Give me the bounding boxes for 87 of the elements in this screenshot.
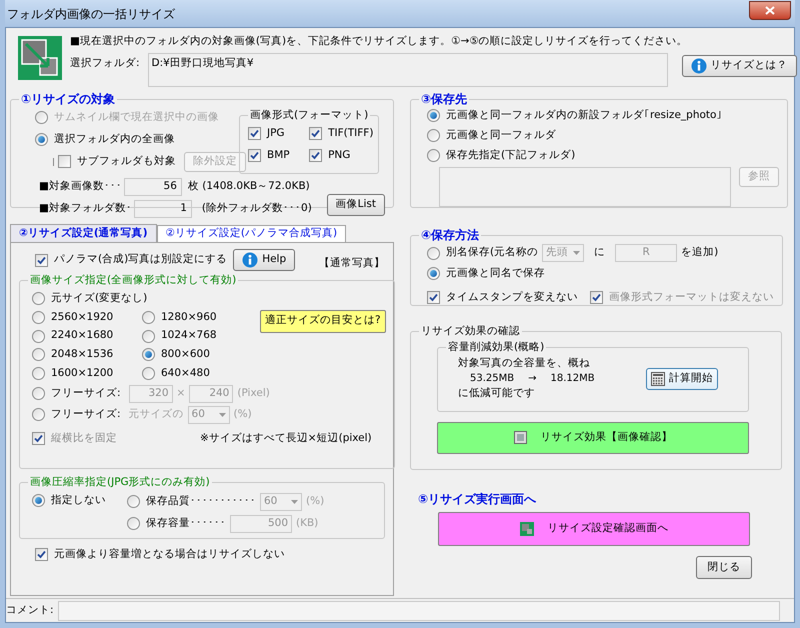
close-button[interactable] — [749, 1, 791, 20]
tab[interactable]: ②リサイズ設定(通常写真) — [10, 224, 156, 242]
folder-count-label: ■対象フォルダ数･ — [39, 201, 132, 216]
folder-count-field: 1 — [134, 200, 192, 218]
section-title: ⑤リサイズ実行画面へ — [418, 491, 538, 508]
size-before: 53.25MB — [470, 372, 514, 386]
preview-button[interactable]: リサイズ効果【画像確認】 — [437, 422, 749, 454]
radio-option[interactable]: 元画像と同一フォルダ — [427, 128, 779, 144]
group-title: 画像形式(フォーマット) — [249, 108, 370, 123]
image-count-label: ■対象画像数･･･ — [39, 179, 122, 194]
checkbox[interactable]: サブフォルダも対象 — [58, 154, 176, 170]
settings-confirm-button[interactable]: リサイズ設定確認画面へ — [438, 512, 750, 546]
radio-option[interactable]: 保存容量･･････ — [127, 516, 226, 532]
radio-option[interactable]: 指定しない — [32, 492, 127, 508]
folder-count-note: (除外フォルダ数･･･0) — [202, 201, 312, 216]
size-note: ※サイズはすべて長辺×短辺(pixel) — [200, 430, 372, 446]
folder-label: 選択フォルダ: — [70, 56, 140, 71]
radio-option[interactable]: 別名保存(元名称の — [427, 245, 538, 261]
close-dialog-button[interactable]: 閉じる — [696, 556, 752, 579]
radio-option[interactable]: フリーサイズ: — [32, 406, 121, 422]
image-list-button[interactable]: 画像List — [326, 194, 385, 216]
radio-option[interactable]: 800×600 — [142, 347, 252, 363]
radio-option[interactable]: 1600×1200 — [32, 366, 142, 382]
radio-option[interactable]: 保存先指定(下記フォルダ) — [427, 148, 779, 164]
estimate-text: に低減可能です — [458, 386, 536, 402]
checkbox[interactable]: 元画像より容量増となる場合はリサイズしない — [35, 547, 385, 563]
estimate-text: 対象写真の全容量を、概ね — [458, 356, 591, 370]
radio-option[interactable]: 2560×1920 — [32, 310, 142, 326]
tree-line-icon — [53, 158, 54, 166]
radio-option[interactable]: 2048×1536 — [32, 347, 142, 363]
info-icon — [690, 58, 707, 74]
comment-label: コメント: — [6, 602, 54, 618]
app-icon — [18, 36, 62, 80]
calculate-button[interactable]: 計算開始 — [646, 368, 718, 390]
mode-label: 【通常写真】 — [319, 256, 386, 272]
checkbox[interactable]: パノラマ(合成)写真は別設定にする — [35, 252, 228, 268]
radio-option[interactable]: 元サイズ(変更なし) — [32, 290, 386, 306]
image-count-field: 56 — [124, 178, 182, 196]
resize-icon — [520, 522, 534, 536]
radio-option[interactable]: 1024×768 — [142, 328, 252, 344]
calculator-icon — [651, 372, 665, 386]
close-icon — [765, 6, 775, 15]
caret-icon — [573, 251, 580, 255]
comment-field[interactable] — [58, 600, 780, 620]
rename-text: を追加) — [681, 245, 718, 260]
radio-option[interactable]: 保存品質･･･････････ — [127, 494, 256, 510]
group-title: 画像圧縮率指定(JPG形式にのみ有効) — [29, 475, 211, 490]
window-title: フォルダ内画像の一括リサイズ — [6, 6, 175, 22]
radio-option[interactable]: 元画像と同一フォルダ内の新設フォルダ｢resize_photo｣ — [427, 108, 779, 124]
radio-option[interactable]: 選択フォルダ内の全画像 — [35, 132, 231, 148]
radio-option[interactable]: 1280×960 — [142, 310, 252, 326]
help-button[interactable]: リサイズとは？ — [682, 54, 797, 77]
times-sign: × — [176, 386, 186, 401]
group-title: 画像サイズ指定(全画像形式に対して有効) — [29, 273, 238, 288]
picture-frame-icon — [514, 431, 526, 444]
instruction-text: ■現在選択中のフォルダ内の対象画像(写真)を、下記条件でリサイズします。①→⑤の順に設定しリサイズを行ってください。 — [70, 34, 689, 49]
checkbox[interactable]: タイムスタンプを変えない — [427, 290, 578, 306]
group-title: リサイズ効果の確認 — [420, 324, 521, 339]
caret-icon — [291, 500, 298, 504]
folder-field[interactable]: D:¥田野口現地写真¥ — [148, 52, 668, 87]
checkbox[interactable]: TIF(TIFF) — [309, 126, 370, 142]
caret-icon — [218, 412, 226, 416]
quality-unit: (%) — [306, 494, 324, 509]
group-title: ①リサイズの対象 — [20, 91, 116, 108]
capacity-unit: (KB) — [296, 516, 318, 531]
group-title: ③保存先 — [420, 91, 468, 108]
rename-text: に — [594, 245, 606, 260]
tab[interactable]: ②リサイズ設定(パノラマ合成写真) — [156, 225, 346, 242]
guide-button[interactable]: 適正サイズの目安とは? — [260, 310, 386, 332]
radio-option[interactable]: 640×480 — [142, 366, 252, 382]
checkbox[interactable]: BMP — [248, 148, 310, 164]
arrow-text: → — [528, 372, 537, 386]
group-title: 容量削減効果(概略) — [447, 340, 546, 355]
folder-path-field[interactable] — [439, 167, 731, 208]
group-title: ④保存方法 — [420, 227, 480, 244]
size-after: 18.12MB — [550, 372, 595, 386]
checkbox[interactable]: PNG — [309, 148, 370, 164]
info-icon — [242, 252, 258, 268]
checkbox[interactable]: JPG — [248, 126, 310, 142]
pixel-unit: (Pixel) — [237, 386, 270, 401]
radio-option[interactable]: フリーサイズ: — [32, 386, 121, 402]
percent-unit: (%) — [234, 406, 252, 422]
help-button[interactable]: Help — [233, 249, 296, 271]
image-count-note: 枚 (1408.0KB～72.0KB) — [188, 179, 310, 194]
percent-prefix: 元サイズの — [128, 406, 184, 422]
radio-option[interactable]: 元画像と同名で保存 — [427, 266, 774, 282]
radio-option[interactable]: 2240×1680 — [32, 328, 142, 344]
